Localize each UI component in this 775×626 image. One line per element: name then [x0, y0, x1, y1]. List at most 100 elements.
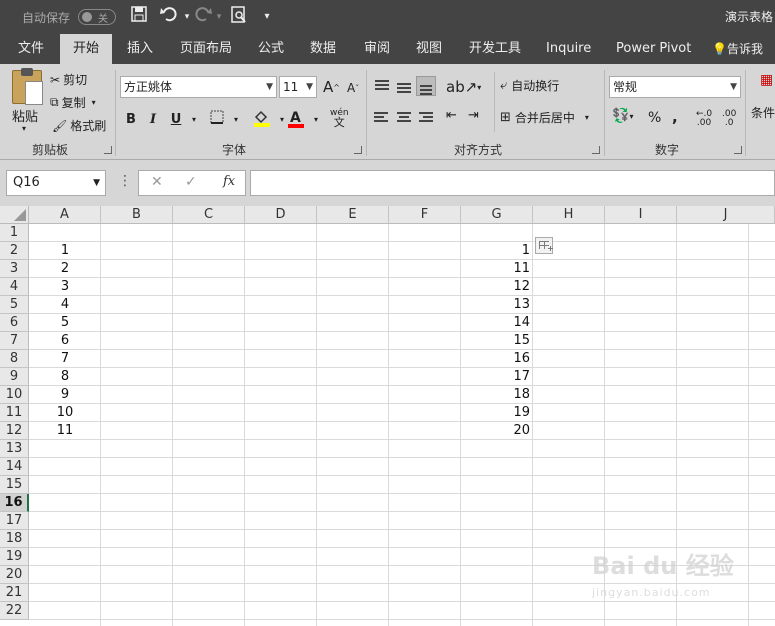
row-header-19[interactable]: 19: [0, 548, 29, 566]
tab-developer[interactable]: 开发工具: [467, 34, 523, 64]
row-header-7[interactable]: 7: [0, 332, 29, 350]
increase-font-button[interactable]: A ^: [323, 78, 340, 96]
copy-button[interactable]: ⧉ 复制 ▾: [50, 94, 96, 111]
customize-toolbar-icon[interactable]: ▾: [256, 6, 278, 28]
italic-button[interactable]: I: [143, 109, 163, 131]
row-header-22[interactable]: 22: [0, 602, 29, 620]
column-header-i[interactable]: I: [605, 206, 677, 224]
number-launcher-icon[interactable]: [734, 146, 742, 154]
enter-icon[interactable]: ✓: [185, 174, 197, 190]
row-header-11[interactable]: 11: [0, 404, 29, 422]
underline-dropdown-icon[interactable]: ▾: [184, 109, 204, 131]
tab-file[interactable]: 文件: [16, 34, 46, 64]
paste-dropdown-icon[interactable]: ▾: [22, 124, 26, 133]
row-header-17[interactable]: 17: [0, 512, 29, 530]
row-header-9[interactable]: 9: [0, 368, 29, 386]
cell-a4[interactable]: 3: [29, 278, 101, 296]
align-middle-icon[interactable]: [394, 78, 414, 98]
tab-data[interactable]: 数据: [308, 34, 338, 64]
save-icon[interactable]: [128, 6, 150, 28]
borders-dropdown-icon[interactable]: ▾: [226, 109, 246, 131]
column-header-f[interactable]: F: [389, 206, 461, 224]
select-all-button[interactable]: [0, 206, 29, 224]
cell-a11[interactable]: 10: [29, 404, 101, 422]
align-bottom-icon[interactable]: [416, 76, 436, 96]
tab-page-layout[interactable]: 页面布局: [178, 34, 234, 64]
row-header-4[interactable]: 4: [0, 278, 29, 296]
cell-a3[interactable]: 2: [29, 260, 101, 278]
font-size-select[interactable]: 11 ▼: [279, 76, 317, 98]
tell-me-search[interactable]: 💡告诉我你: [710, 34, 775, 87]
currency-button[interactable]: 💱 ▾: [612, 108, 633, 124]
cell-g10[interactable]: 18: [461, 386, 533, 404]
format-painter-button[interactable]: 🖌 格式刷: [52, 117, 106, 134]
cell-g3[interactable]: 11: [461, 260, 533, 278]
cancel-icon[interactable]: ✕: [151, 174, 163, 190]
cell-a2[interactable]: 1: [29, 242, 101, 260]
conditional-format-icon[interactable]: ▦: [760, 72, 773, 88]
phonetic-button[interactable]: wén 文: [330, 108, 349, 128]
cell-g6[interactable]: 14: [461, 314, 533, 332]
row-header-21[interactable]: 21: [0, 584, 29, 602]
alignment-launcher-icon[interactable]: [592, 146, 600, 154]
borders-button[interactable]: [207, 109, 227, 131]
tab-view[interactable]: 视图: [414, 34, 444, 64]
align-top-icon[interactable]: [372, 76, 392, 96]
column-header-g[interactable]: G: [461, 206, 533, 224]
cell-g7[interactable]: 15: [461, 332, 533, 350]
orientation-button[interactable]: ab↗ ▾: [446, 78, 481, 96]
cell-a10[interactable]: 9: [29, 386, 101, 404]
formula-input[interactable]: [250, 170, 775, 196]
row-header-5[interactable]: 5: [0, 296, 29, 314]
column-header-d[interactable]: D: [245, 206, 317, 224]
column-header-h[interactable]: H: [533, 206, 605, 224]
tab-formulas[interactable]: 公式: [256, 34, 286, 64]
underline-button[interactable]: U: [166, 109, 186, 131]
comma-button[interactable]: ,: [672, 108, 678, 126]
decrease-decimal-button[interactable]: .00.0: [722, 110, 736, 128]
tab-insert[interactable]: 插入: [125, 34, 155, 64]
cell-g11[interactable]: 19: [461, 404, 533, 422]
row-header-13[interactable]: 13: [0, 440, 29, 458]
fill-color-button[interactable]: [252, 109, 272, 131]
merge-center-button[interactable]: ⊞ 合并后居中 ▾: [500, 109, 589, 126]
tab-home[interactable]: 开始: [60, 34, 112, 64]
align-right-icon[interactable]: [416, 108, 436, 128]
wrap-text-button[interactable]: ⤶ 自动换行: [500, 77, 559, 94]
cell-g12[interactable]: 20: [461, 422, 533, 440]
cell-g4[interactable]: 12: [461, 278, 533, 296]
column-header-c[interactable]: C: [173, 206, 245, 224]
row-header-10[interactable]: 10: [0, 386, 29, 404]
row-header-6[interactable]: 6: [0, 314, 29, 332]
number-format-select[interactable]: 常规 ▼: [609, 76, 741, 98]
cell-g8[interactable]: 16: [461, 350, 533, 368]
cell-a7[interactable]: 6: [29, 332, 101, 350]
autosave-toggle[interactable]: 关: [78, 9, 116, 25]
tab-power-pivot[interactable]: Power Pivot: [614, 34, 693, 64]
cut-button[interactable]: ✂ 剪切: [50, 71, 87, 88]
row-header-15[interactable]: 15: [0, 476, 29, 494]
clipboard-launcher-icon[interactable]: [104, 146, 112, 154]
name-box[interactable]: Q16 ▼: [6, 170, 106, 196]
conditional-format-button[interactable]: 条件: [751, 104, 775, 121]
redo-dropdown-icon[interactable]: ▾: [208, 6, 230, 28]
cell-a8[interactable]: 7: [29, 350, 101, 368]
cell-a12[interactable]: 11: [29, 422, 101, 440]
decrease-font-button[interactable]: Aˇ: [347, 81, 359, 95]
row-header-8[interactable]: 8: [0, 350, 29, 368]
font-name-select[interactable]: 方正姚体 ▼: [120, 76, 277, 98]
font-color-dropdown-icon[interactable]: ▾: [306, 109, 326, 131]
row-header-14[interactable]: 14: [0, 458, 29, 476]
font-launcher-icon[interactable]: [354, 146, 362, 154]
increase-indent-icon[interactable]: ⇥: [468, 108, 479, 123]
increase-decimal-button[interactable]: ←.0.00: [696, 110, 712, 128]
row-header-1[interactable]: 1: [0, 224, 29, 242]
paste-icon[interactable]: [12, 68, 43, 105]
font-color-button[interactable]: A: [286, 109, 306, 131]
tab-inquire[interactable]: Inquire: [544, 34, 593, 64]
row-header-16[interactable]: 16: [0, 494, 29, 512]
column-header-j[interactable]: J: [677, 206, 775, 224]
decrease-indent-icon[interactable]: ⇤: [446, 108, 457, 123]
percent-button[interactable]: %: [648, 110, 661, 126]
cell-g2[interactable]: 1: [461, 242, 533, 260]
